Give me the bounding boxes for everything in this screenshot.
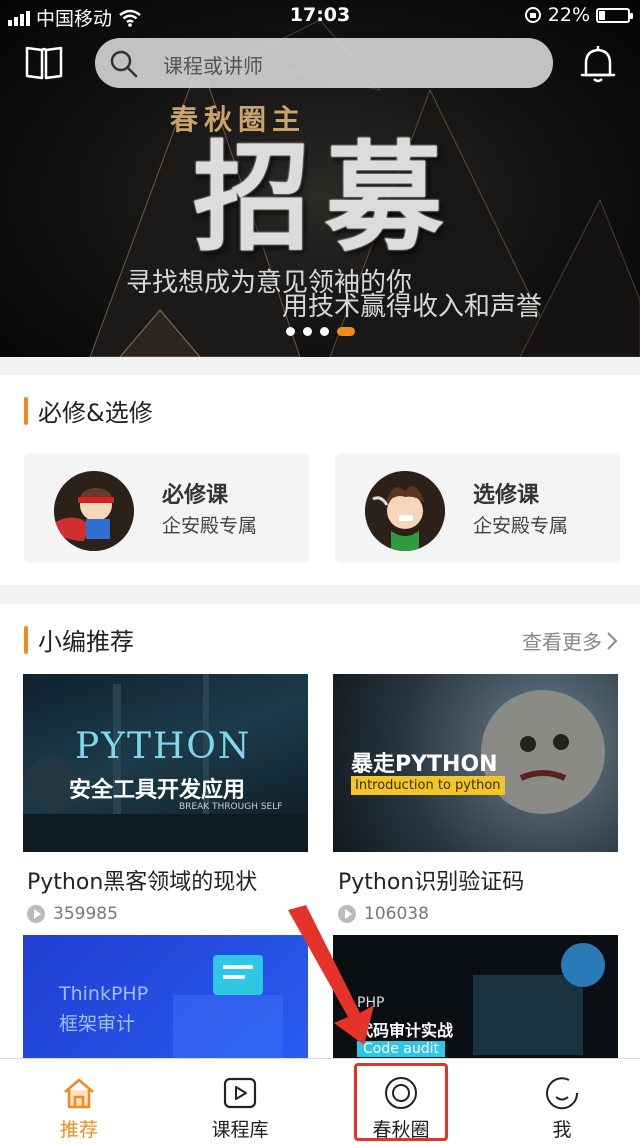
carousel-dot[interactable]	[337, 327, 355, 336]
home-icon	[64, 1078, 94, 1109]
status-bar: 中国移动 17:03 22%	[0, 0, 640, 30]
required-course-subtitle: 企安殿专属	[162, 515, 258, 537]
search-bar[interactable]: 课程或讲师	[95, 38, 553, 88]
banner-tagline-2: 用技术赢得收入和声誉	[282, 292, 543, 322]
elective-course-card[interactable]: 选修课 企安殿专属	[335, 453, 620, 563]
tab-recommend[interactable]: 推荐	[14, 1059, 144, 1144]
battery-icon	[596, 7, 633, 23]
search-icon	[110, 50, 138, 78]
see-more-label: 查看更多	[522, 630, 602, 654]
play-count-icon	[27, 905, 45, 923]
battery-percent: 22%	[547, 4, 590, 26]
thumbnail-title: 暴走PYTHON	[351, 752, 498, 777]
tab-label: 我	[552, 1119, 572, 1141]
video-title[interactable]: Python识别验证码	[338, 864, 524, 896]
video-thumbnail[interactable]: PYTHON 安全工具开发应用 BREAK THROUGH SELF	[23, 674, 308, 852]
thumbnail-title: ThinkPHP	[59, 983, 149, 1005]
section-header: 必修&选修	[24, 393, 153, 428]
annotation-highlight-box	[354, 1063, 448, 1141]
see-more-link[interactable]: 查看更多	[522, 626, 618, 655]
video-play-count: 359985	[27, 904, 118, 924]
elective-course-title: 选修课	[473, 483, 540, 508]
carousel-dot[interactable]	[286, 327, 295, 336]
section-accent-bar	[24, 625, 28, 654]
bottom-tab-bar: 推荐 课程库 春秋圈 我	[0, 1058, 640, 1144]
carousel-indicators[interactable]	[286, 327, 355, 336]
video-title[interactable]: Python黑客领域的现状	[27, 864, 257, 896]
annotation-arrow	[288, 905, 374, 1045]
elective-course-subtitle: 企安殿专属	[473, 515, 569, 537]
bell-icon[interactable]	[578, 43, 618, 85]
orientation-lock-icon	[524, 7, 541, 23]
play-icon	[223, 1077, 257, 1109]
smile-icon	[546, 1077, 579, 1110]
thumbnail-title: PYTHON	[75, 726, 252, 767]
video-thumbnail[interactable]: 暴走PYTHON Introduction to python	[333, 674, 618, 852]
required-course-title: 必修课	[162, 483, 229, 508]
carousel-dot[interactable]	[303, 327, 312, 336]
section-header: 小编推荐	[24, 622, 134, 657]
book-icon[interactable]	[24, 44, 64, 82]
search-placeholder: 课程或讲师	[163, 54, 263, 78]
required-course-card[interactable]: 必修课 企安殿专属	[24, 453, 309, 563]
thumbnail-subtitle: 安全工具开发应用	[69, 778, 246, 803]
thumbnail-subtitle: Introduction to python	[351, 776, 505, 795]
tab-label: 课程库	[211, 1119, 269, 1141]
tab-label: 推荐	[59, 1119, 98, 1141]
section-title: 小编推荐	[38, 628, 134, 656]
section-accent-bar	[24, 396, 28, 425]
video-thumbnail[interactable]: ThinkPHP 框架审计	[23, 935, 308, 1058]
chevron-right-icon	[607, 631, 618, 650]
battery-info: 22%	[524, 4, 633, 26]
tab-course-library[interactable]: 课程库	[175, 1059, 305, 1144]
elective-course-avatar	[365, 471, 445, 551]
thumbnail-tag: BREAK THROUGH SELF	[179, 802, 283, 812]
banner-headline: 招募	[192, 128, 457, 267]
thumbnail-subtitle: 框架审计	[59, 1013, 136, 1035]
banner-carousel[interactable]: 中国移动 17:03 22% 课程或讲师 春秋圈主 招募 寻找想成为意见领袖的你…	[0, 0, 640, 357]
required-course-avatar	[54, 471, 134, 551]
tab-me[interactable]: 我	[497, 1059, 627, 1144]
carousel-dot[interactable]	[320, 327, 329, 336]
section-title: 必修&选修	[38, 399, 153, 427]
play-count-value: 359985	[53, 904, 118, 924]
